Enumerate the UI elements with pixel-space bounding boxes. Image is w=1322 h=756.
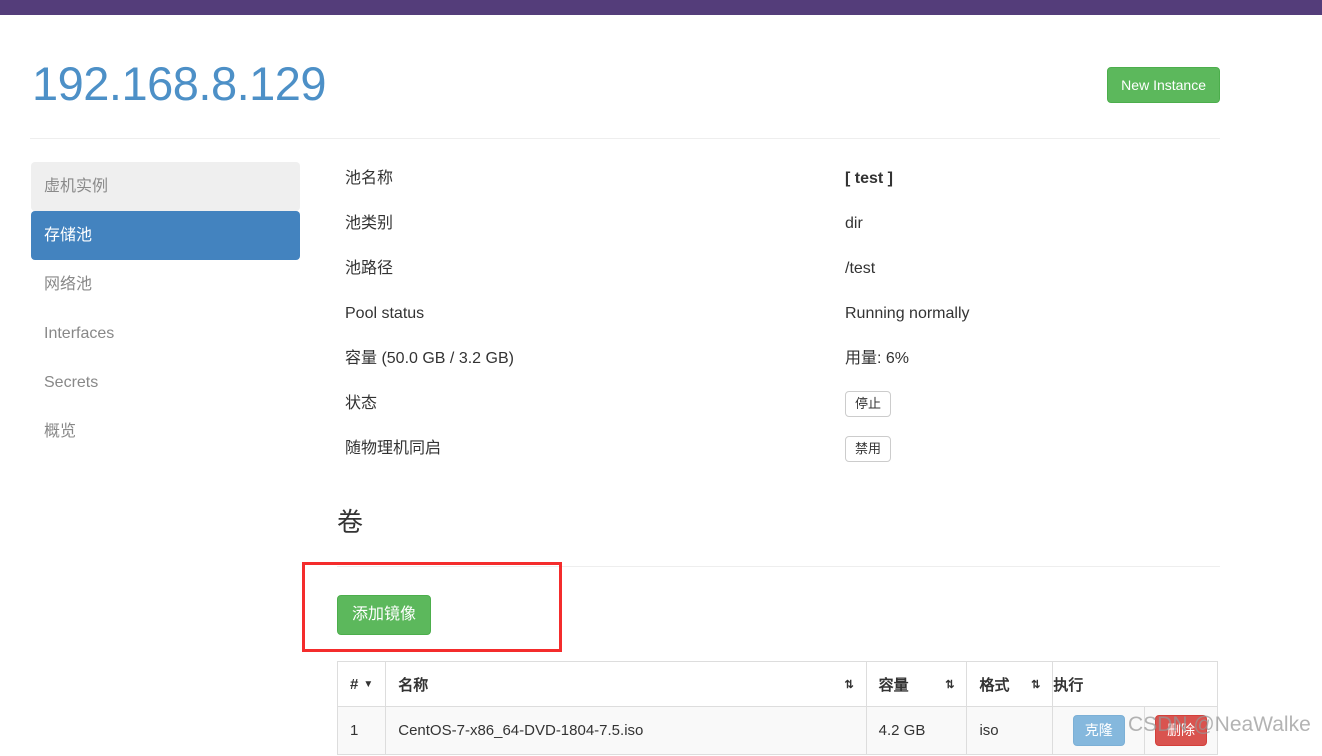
detail-row: Pool status Running normally bbox=[345, 297, 1220, 342]
detail-value-autostart: 禁用 bbox=[845, 432, 892, 466]
detail-label-pool-name: 池名称 bbox=[345, 170, 394, 187]
volumes-table-head: # ▼ 名称 ⇅ 容量 ⇅ 格式 ⇅ 执行 bbox=[336, 661, 1218, 707]
sidebar-item-network-pool[interactable]: 网络池 bbox=[31, 260, 300, 309]
detail-label-state: 状态 bbox=[345, 395, 378, 412]
table-header-row: # ▼ 名称 ⇅ 容量 ⇅ 格式 ⇅ 执行 bbox=[336, 661, 1218, 707]
disable-button[interactable]: 禁用 bbox=[845, 436, 892, 462]
detail-value-pool-path: /test bbox=[845, 260, 876, 277]
sidebar-item-storage-pool[interactable]: 存储池 bbox=[31, 211, 300, 260]
sidebar-item-secrets[interactable]: Secrets bbox=[31, 358, 300, 407]
page-root: 192.168.8.129 New Instance 虚机实例 存储池 网络池 … bbox=[0, 0, 1322, 756]
table-row: 1 CentOS-7-x86_64-DVD-1804-7.5.iso 4.2 G… bbox=[336, 706, 1218, 755]
column-header-actions: 执行 bbox=[1052, 661, 1218, 707]
sort-both-icon: ⇅ bbox=[945, 678, 955, 691]
sidebar-item-interfaces[interactable]: Interfaces bbox=[31, 309, 300, 358]
column-header-capacity-label: 容量 bbox=[878, 676, 909, 694]
sort-both-icon: ⇅ bbox=[1031, 678, 1041, 691]
new-instance-button[interactable]: New Instance bbox=[1107, 67, 1220, 103]
column-header-name-label: 名称 bbox=[398, 676, 429, 694]
cell-capacity: 4.2 GB bbox=[865, 706, 968, 755]
volumes-divider bbox=[337, 566, 1220, 567]
detail-row: 池类别 dir bbox=[345, 207, 1220, 252]
detail-value-pool-type: dir bbox=[845, 215, 863, 232]
column-header-format[interactable]: 格式 ⇅ bbox=[966, 661, 1054, 707]
stop-button[interactable]: 停止 bbox=[845, 391, 892, 417]
column-header-index-label: # bbox=[350, 675, 359, 693]
sidebar: 虚机实例 存储池 网络池 Interfaces Secrets 概览 bbox=[31, 162, 300, 456]
delete-button[interactable]: 删除 bbox=[1155, 715, 1208, 746]
column-header-capacity[interactable]: 容量 ⇅ bbox=[865, 661, 968, 707]
cell-delete-action: 删除 bbox=[1144, 706, 1218, 755]
detail-label-pool-path: 池路径 bbox=[345, 260, 394, 277]
detail-label-capacity: 容量 (50.0 GB / 3.2 GB) bbox=[345, 350, 514, 367]
column-header-name[interactable]: 名称 ⇅ bbox=[385, 661, 867, 707]
cell-name: CentOS-7-x86_64-DVD-1804-7.5.iso bbox=[385, 706, 867, 755]
cell-format: iso bbox=[966, 706, 1054, 755]
detail-label-pool-type: 池类别 bbox=[345, 215, 394, 232]
clone-button[interactable]: 克隆 bbox=[1072, 715, 1125, 746]
detail-value-state: 停止 bbox=[845, 387, 892, 421]
volumes-table-body: 1 CentOS-7-x86_64-DVD-1804-7.5.iso 4.2 G… bbox=[336, 706, 1218, 755]
detail-row: 状态 停止 bbox=[345, 387, 1220, 432]
header-divider bbox=[30, 138, 1220, 139]
detail-row: 池名称 [ test ] bbox=[345, 162, 1220, 207]
volumes-heading: 卷 bbox=[337, 507, 364, 537]
detail-label-pool-status: Pool status bbox=[345, 305, 425, 322]
cell-index: 1 bbox=[336, 706, 387, 755]
page-header: 192.168.8.129 New Instance bbox=[30, 55, 1220, 139]
pool-detail-list: 池名称 [ test ] 池类别 dir 池路径 /test Pool stat… bbox=[345, 162, 1220, 477]
sidebar-item-overview[interactable]: 概览 bbox=[31, 407, 300, 456]
sidebar-item-vm-instances[interactable]: 虚机实例 bbox=[31, 162, 300, 211]
detail-row: 池路径 /test bbox=[345, 252, 1220, 297]
column-header-format-label: 格式 bbox=[979, 676, 1010, 694]
detail-label-autostart: 随物理机同启 bbox=[345, 440, 442, 457]
top-purple-bar bbox=[0, 0, 1322, 15]
cell-clone-action: 克隆 bbox=[1052, 706, 1146, 755]
volumes-table: # ▼ 名称 ⇅ 容量 ⇅ 格式 ⇅ 执行 1 CentOS-7-x86_64-… bbox=[336, 661, 1218, 755]
detail-row: 容量 (50.0 GB / 3.2 GB) 用量: 6% bbox=[345, 342, 1220, 387]
detail-value-usage: 用量: 6% bbox=[845, 350, 910, 367]
page-title: 192.168.8.129 bbox=[32, 57, 327, 110]
detail-value-pool-status: Running normally bbox=[845, 305, 970, 322]
detail-row: 随物理机同启 禁用 bbox=[345, 432, 1220, 477]
add-image-button[interactable]: 添加镜像 bbox=[337, 595, 432, 635]
column-header-index[interactable]: # ▼ bbox=[336, 661, 387, 707]
sort-both-icon: ⇅ bbox=[844, 678, 854, 691]
detail-value-pool-name: [ test ] bbox=[845, 170, 893, 187]
sort-desc-icon: ▼ bbox=[363, 678, 374, 690]
